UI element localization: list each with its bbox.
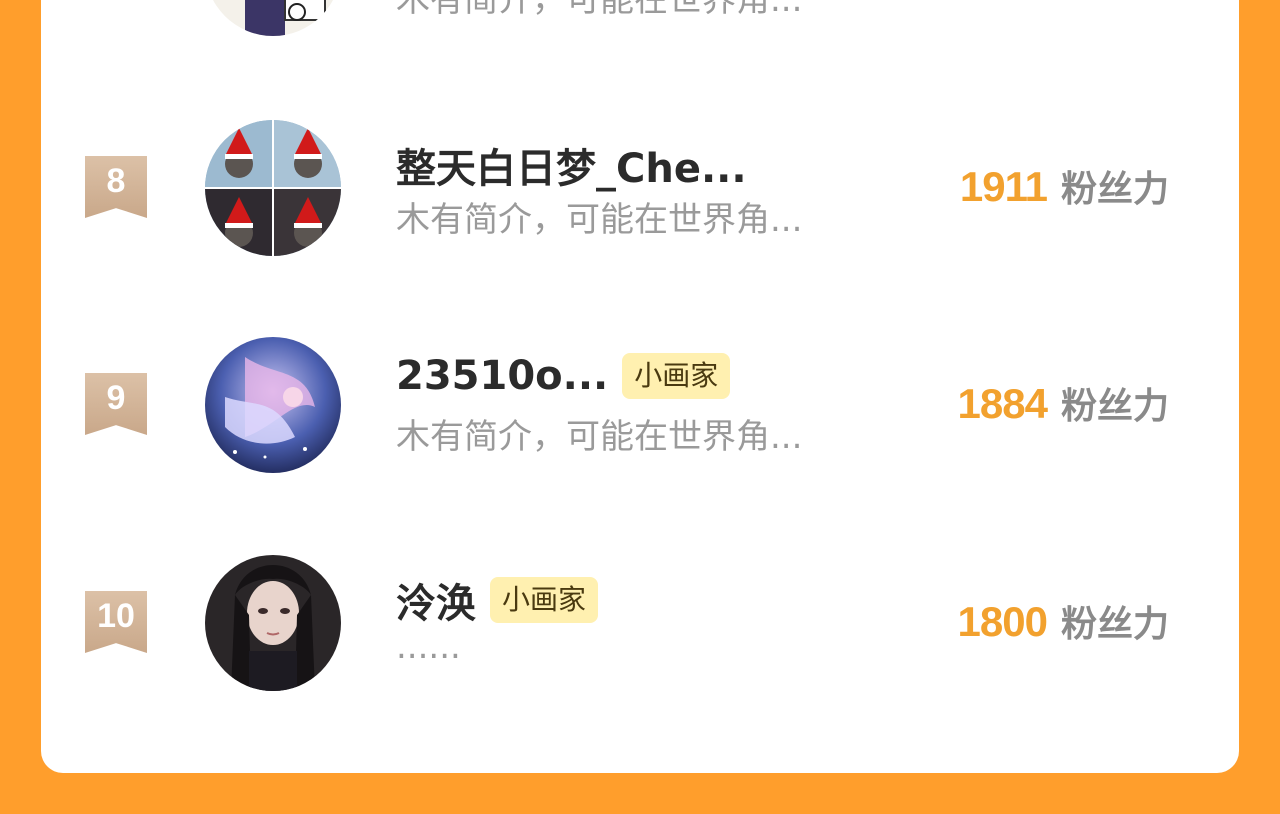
avatar[interactable] (205, 0, 341, 36)
user-name[interactable]: 23510o... (396, 353, 608, 399)
avatar[interactable] (205, 337, 341, 473)
fans-unit: 粉丝力 (1060, 386, 1169, 427)
name-line: 泠涣 小画家 (396, 571, 599, 629)
avatar[interactable] (205, 120, 341, 256)
name-line: 整天白日梦_Che... (396, 136, 747, 194)
dark-hair-portrait-icon (205, 555, 341, 691)
fans-score: 1911 粉丝力 (960, 160, 1169, 212)
fans-score: 1884 粉丝力 (958, 377, 1169, 429)
painter-badge: 小画家 (490, 577, 599, 623)
fans-number: 1884 (957, 380, 1048, 427)
ranking-row[interactable]: 木有简介，可能在世界角... (41, 0, 1239, 40)
ranking-row[interactable]: 9 23510o... 小画家 木有简介，可能在世界角... 1884 粉丝力 (41, 337, 1239, 477)
fans-score: 1800 粉丝力 (958, 595, 1169, 647)
avatar[interactable] (205, 555, 341, 691)
cartoon-avatar-icon (205, 0, 341, 36)
christmas-cats-collage-icon (205, 120, 341, 256)
fans-unit: 粉丝力 (1060, 604, 1169, 645)
user-name[interactable]: 泠涣 (396, 571, 476, 629)
bio-text: 木有简介，可能在世界角... (396, 0, 803, 20)
anime-girl-blue-icon (205, 337, 341, 473)
ranking-row[interactable]: 8 整天白日梦_Che... 木有简介，可能在世界角... 1911 粉丝力 (41, 120, 1239, 260)
rank-badge: 10 (85, 591, 147, 653)
rank-badge: 8 (85, 156, 147, 218)
name-line: 23510o... 小画家 (396, 353, 731, 399)
rank-badge: 9 (85, 373, 147, 435)
bio-text: ...... (396, 627, 461, 667)
ranking-card: 木有简介，可能在世界角... 8 整天白日梦_Che... 木有简介，可能在世界… (41, 0, 1239, 773)
painter-badge: 小画家 (622, 353, 731, 399)
ranking-row[interactable]: 10 泠涣 小画家 ...... 1800 粉丝力 (41, 555, 1239, 695)
fans-number: 1800 (957, 598, 1048, 645)
fans-unit: 粉丝力 (1060, 169, 1169, 210)
user-name[interactable]: 整天白日梦_Che... (396, 136, 747, 194)
fans-number: 1911 (959, 163, 1048, 210)
bio-text: 木有简介，可能在世界角... (396, 417, 803, 457)
bio-text: 木有简介，可能在世界角... (396, 200, 803, 240)
